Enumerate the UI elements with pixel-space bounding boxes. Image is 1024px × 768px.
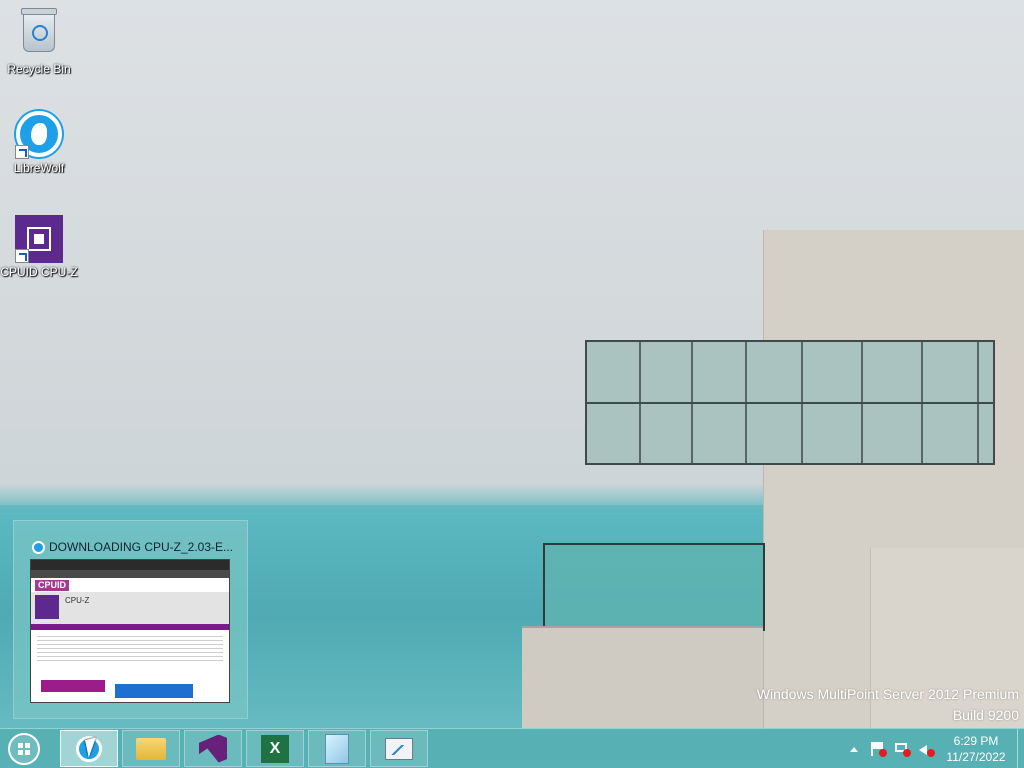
desktop-icon-cpu-z[interactable]: CPUID CPU-Z bbox=[0, 215, 78, 279]
thumb-download-button bbox=[41, 680, 105, 692]
cpuid-logo: CPUID bbox=[35, 579, 70, 591]
taskbar-button-excel[interactable]: X bbox=[246, 730, 304, 767]
windows-logo-icon bbox=[18, 743, 30, 755]
clock-time: 6:29 PM bbox=[953, 733, 999, 748]
cpu-z-icon bbox=[15, 215, 63, 263]
taskbar-button-notepad[interactable] bbox=[308, 730, 366, 767]
taskbar-button-file-explorer[interactable] bbox=[122, 730, 180, 767]
wallpaper-balcony-slab bbox=[522, 626, 763, 730]
desktop-icon-librewolf[interactable]: LibreWolf bbox=[0, 110, 78, 175]
wallpaper-balcony-glass bbox=[543, 543, 765, 631]
action-center-flag-icon[interactable] bbox=[869, 740, 887, 757]
thumb-heading: CPU-Z bbox=[65, 596, 90, 605]
notepad-icon bbox=[325, 733, 349, 764]
desktop-icon-recycle-bin[interactable]: Recycle Bin bbox=[0, 8, 78, 76]
recycle-bin-icon bbox=[15, 8, 63, 60]
shortcut-arrow-icon bbox=[15, 145, 29, 159]
visual-studio-icon bbox=[199, 734, 227, 763]
preview-title-text: DOWNLOADING CPU-Z_2.03-E... bbox=[49, 540, 234, 554]
excel-icon: X bbox=[261, 734, 289, 763]
taskbar-thumbnail-preview[interactable]: DOWNLOADING CPU-Z_2.03-E... CPUID CPU-Z bbox=[13, 520, 248, 719]
watermark-edition: Windows MultiPoint Server 2012 Premium bbox=[756, 686, 1019, 702]
show-hidden-icons-chevron-icon[interactable] bbox=[845, 741, 863, 757]
taskbar-button-visual-studio[interactable] bbox=[184, 730, 242, 767]
cpu-z-icon bbox=[35, 595, 59, 619]
monitor-icon bbox=[385, 737, 413, 760]
preview-thumbnail-image[interactable]: CPUID CPU-Z bbox=[30, 559, 230, 703]
os-watermark: Windows MultiPoint Server 2012 Premium B… bbox=[757, 684, 1019, 726]
system-tray: 6:29 PM 11/27/2022 bbox=[845, 729, 1024, 768]
preview-title: DOWNLOADING CPU-Z_2.03-E... bbox=[32, 539, 239, 555]
folder-icon bbox=[136, 737, 166, 760]
volume-muted-icon[interactable] bbox=[917, 741, 935, 757]
wallpaper-glass-box bbox=[585, 340, 995, 465]
wallpaper-horizon bbox=[0, 505, 763, 513]
thumb-paypal-button bbox=[115, 684, 193, 698]
show-desktop-button[interactable] bbox=[1017, 729, 1024, 768]
taskbar-button-performance-monitor[interactable] bbox=[370, 730, 428, 767]
desktop-icon-label: Recycle Bin bbox=[7, 62, 71, 76]
desktop-icon-label: LibreWolf bbox=[13, 161, 65, 175]
clock[interactable]: 6:29 PM 11/27/2022 bbox=[941, 733, 1011, 765]
shortcut-arrow-icon bbox=[15, 249, 29, 263]
clock-date: 11/27/2022 bbox=[946, 749, 1006, 764]
librewolf-icon bbox=[15, 111, 63, 159]
network-icon[interactable] bbox=[893, 741, 911, 757]
watermark-build: Build 9200 bbox=[952, 707, 1019, 723]
taskbar: X 6:29 PM 11/27/2022 bbox=[0, 728, 1024, 768]
start-button[interactable] bbox=[8, 733, 40, 765]
librewolf-icon bbox=[32, 540, 45, 554]
desktop-icon-label: CPUID CPU-Z bbox=[0, 265, 78, 279]
